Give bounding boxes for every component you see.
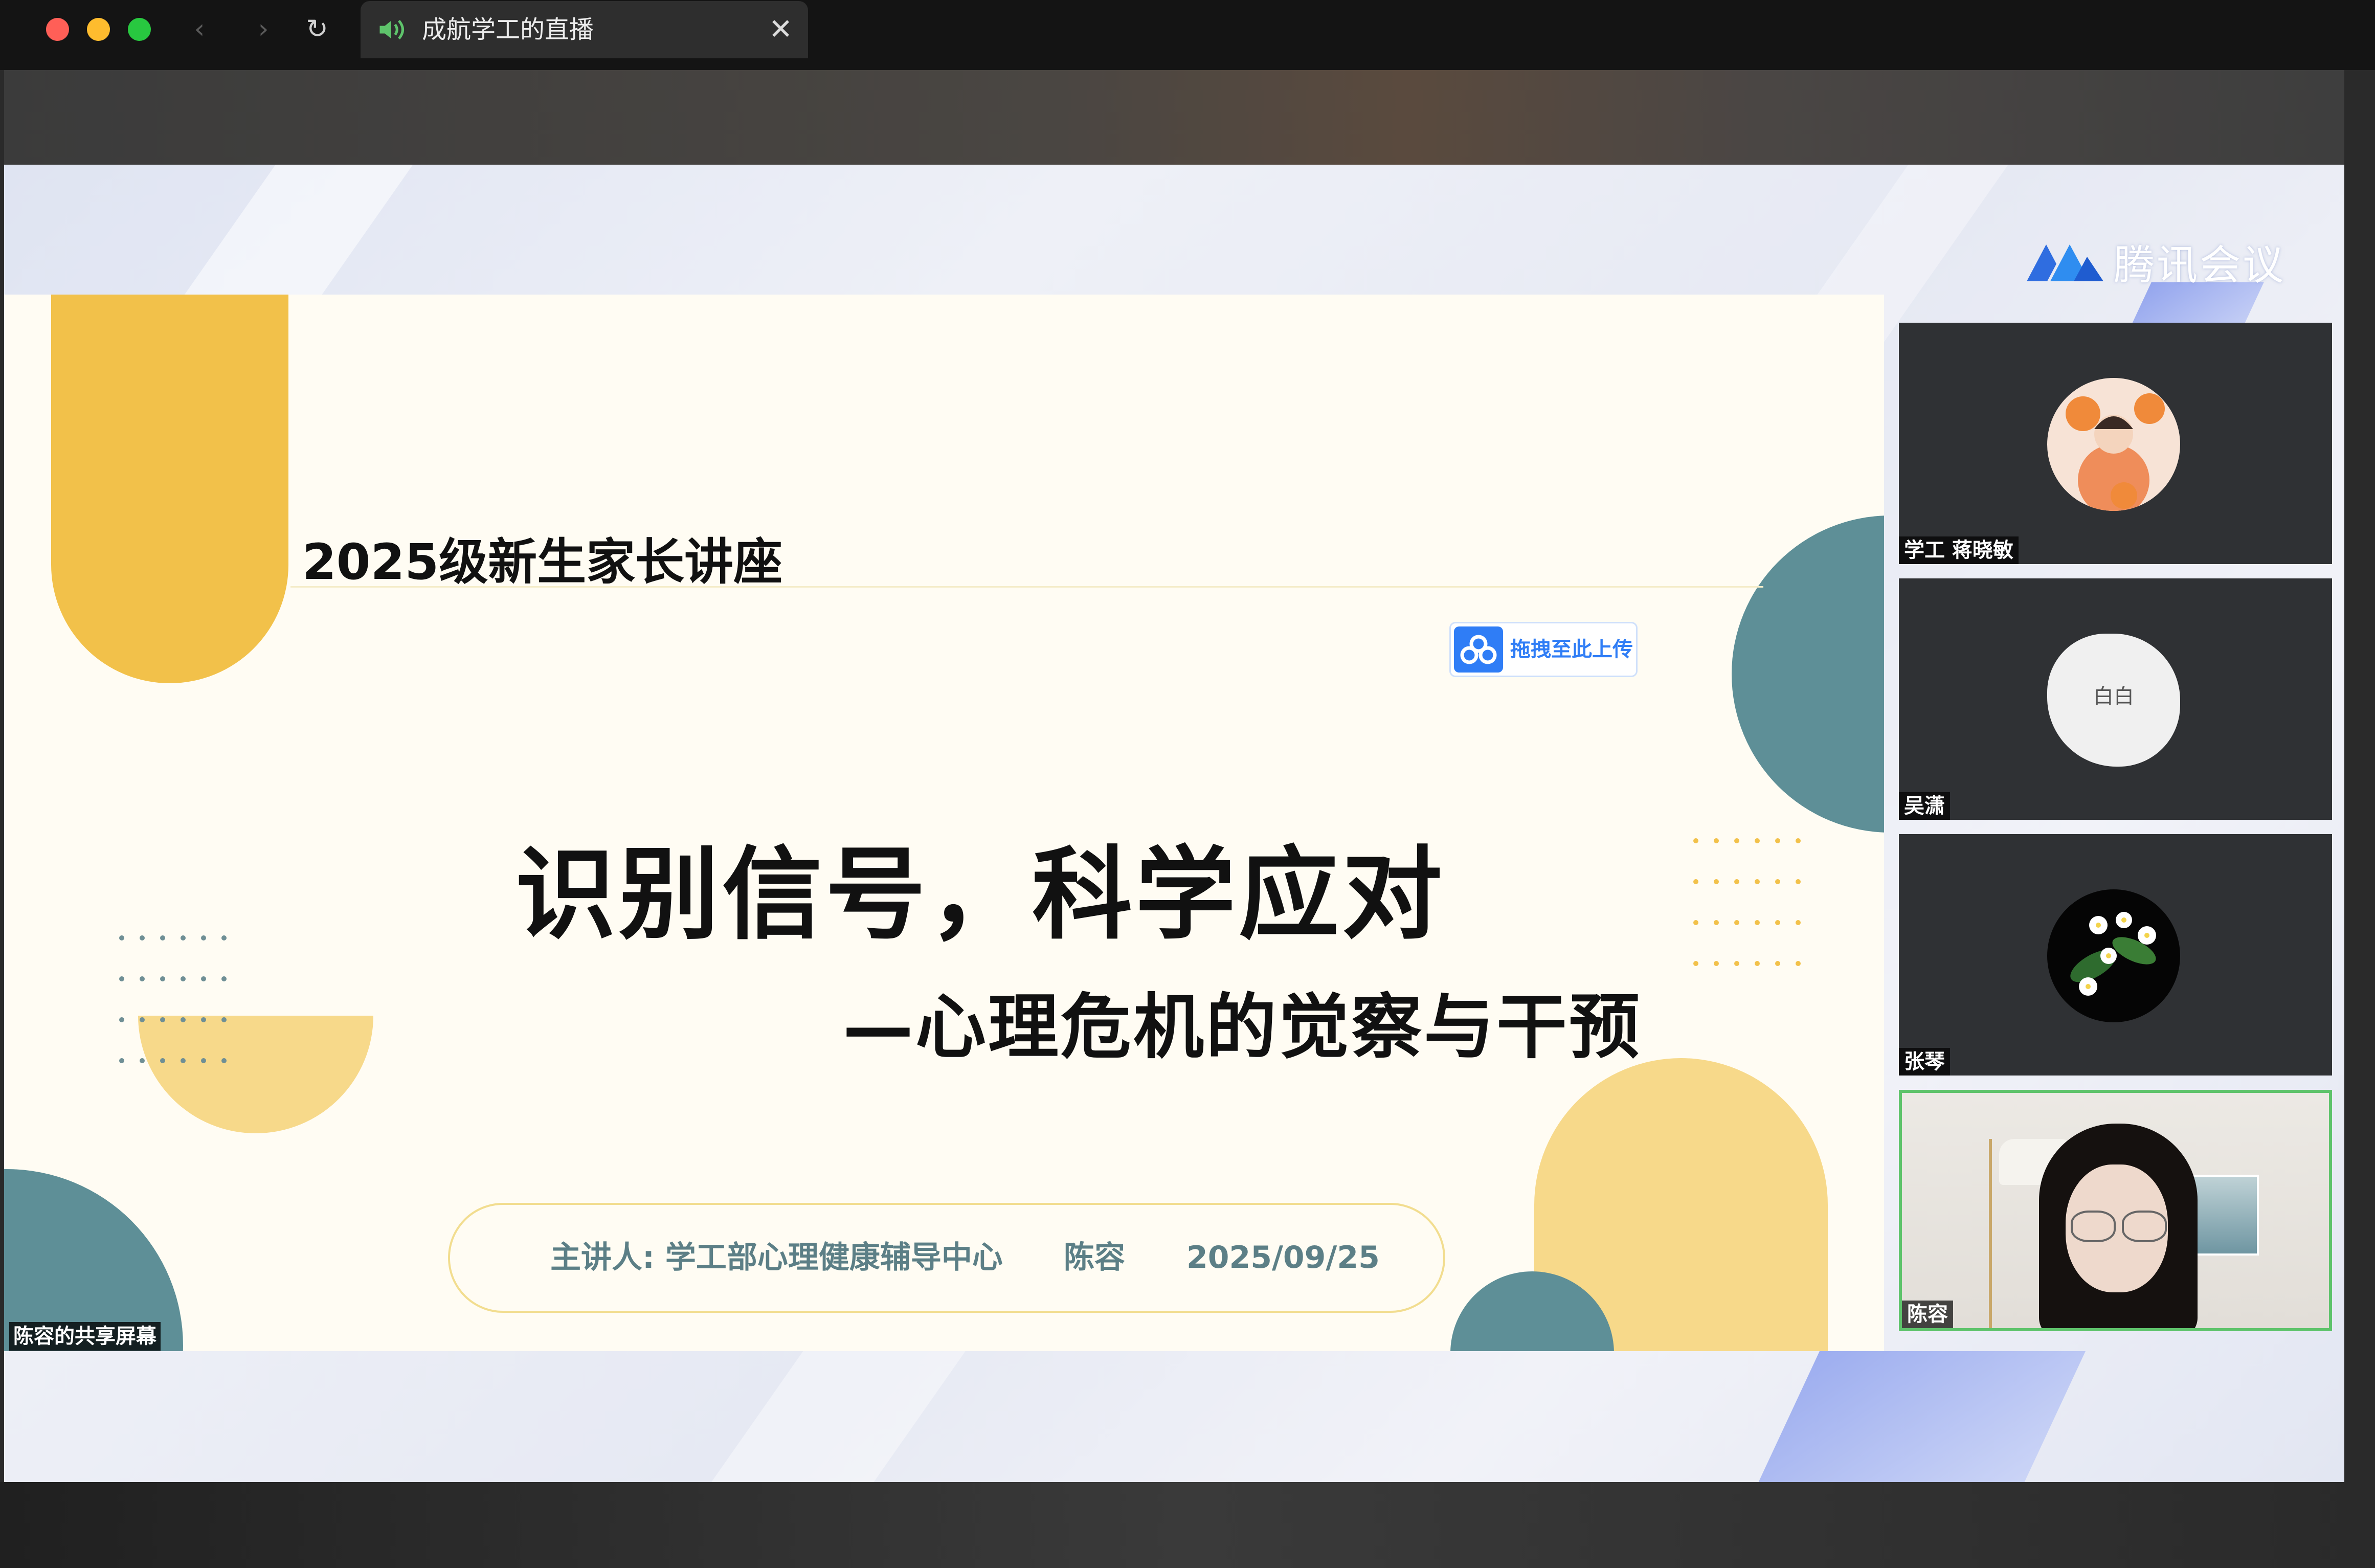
browser-tab[interactable]: 成航学工的直播 ✕ bbox=[361, 1, 808, 58]
speaker-name: 陈容 bbox=[1064, 1240, 1125, 1275]
tencent-meeting-brand: 腾讯会议 bbox=[2027, 234, 2286, 290]
participant-name: 陈容 bbox=[1902, 1301, 1953, 1328]
minimize-window-button[interactable] bbox=[87, 18, 110, 41]
lecture-date: 2025/09/25 bbox=[1186, 1240, 1380, 1275]
browser-titlebar: ‹ › ↻ 成航学工的直播 ✕ bbox=[0, 0, 2375, 70]
white-text-avatar-icon: 白白 bbox=[2047, 634, 2180, 767]
slide-title: 识别信号，科学应对 bbox=[516, 837, 1446, 953]
speaker-icon[interactable] bbox=[376, 14, 407, 45]
screen-share-label: 陈容的共享屏幕 bbox=[9, 1322, 161, 1351]
frame-right-edge bbox=[2344, 70, 2375, 1482]
participant-name: 吴潇 bbox=[1899, 792, 1950, 820]
participant-name: 张琴 bbox=[1899, 1048, 1950, 1076]
back-icon[interactable]: ‹ bbox=[184, 11, 215, 47]
meeting-background: 腾讯会议 2025级新生家长讲座 拖拽至此上传 识别信号，科学应对 —心理危机的… bbox=[4, 165, 2344, 1482]
yellow-arch-top-left bbox=[51, 295, 288, 683]
header-divider bbox=[290, 586, 1763, 588]
video-top-band bbox=[4, 70, 2344, 165]
participant-tile[interactable]: 白白 吴潇 bbox=[1899, 578, 2332, 820]
dot-grid-left bbox=[119, 935, 227, 1063]
speaker-label: 主讲人: 学工部心理健康辅导中心 bbox=[550, 1240, 1003, 1275]
reload-icon[interactable]: ↻ bbox=[302, 11, 332, 47]
blue-crystal bbox=[1748, 1351, 2086, 1482]
tab-close-icon[interactable]: ✕ bbox=[769, 1, 793, 58]
maximize-window-button[interactable] bbox=[128, 18, 151, 41]
slide-subtitle: —心理危机的觉察与干预 bbox=[843, 986, 1642, 1068]
participant-tile[interactable]: 张琴 bbox=[1899, 834, 2332, 1076]
drag-upload-button[interactable]: 拖拽至此上传 bbox=[1449, 622, 1638, 677]
video-bottom-band bbox=[0, 1482, 2375, 1568]
frame-left-edge bbox=[0, 70, 4, 1482]
glasses-icon bbox=[2122, 1211, 2167, 1242]
wall-picture bbox=[2188, 1175, 2259, 1256]
tencent-meeting-logo-icon bbox=[2027, 244, 2103, 281]
teal-circle-right bbox=[1732, 516, 1884, 833]
brand-name: 腾讯会议 bbox=[2114, 241, 2286, 289]
close-window-button[interactable] bbox=[46, 18, 69, 41]
jasmine-flower-avatar-icon bbox=[2047, 889, 2180, 1022]
avatar-text: 白白 bbox=[2093, 685, 2134, 708]
cloud-upload-icon bbox=[1454, 626, 1503, 673]
tab-title: 成航学工的直播 bbox=[422, 15, 594, 44]
glasses-icon bbox=[2071, 1211, 2116, 1242]
active-speaker-tile[interactable]: 陈容 bbox=[1899, 1090, 2332, 1331]
slide-header: 2025级新生家长讲座 bbox=[302, 533, 783, 591]
camera-video-feed bbox=[1902, 1093, 2329, 1328]
upload-label: 拖拽至此上传 bbox=[1510, 638, 1633, 661]
forward-icon[interactable]: › bbox=[248, 11, 279, 47]
dot-grid-right bbox=[1693, 838, 1801, 966]
cartoon-girl-avatar-icon bbox=[2047, 378, 2180, 511]
speaker-info-pill: 主讲人: 学工部心理健康辅导中心 陈容 2025/09/25 bbox=[448, 1203, 1445, 1313]
shared-slide: 2025级新生家长讲座 拖拽至此上传 识别信号，科学应对 —心理危机的觉察与干预… bbox=[4, 295, 1884, 1351]
lamp-shape bbox=[1989, 1139, 1992, 1328]
participant-tile[interactable]: 学工 蒋晓敏 bbox=[1899, 323, 2332, 564]
participant-name: 学工 蒋晓敏 bbox=[1899, 536, 2019, 564]
